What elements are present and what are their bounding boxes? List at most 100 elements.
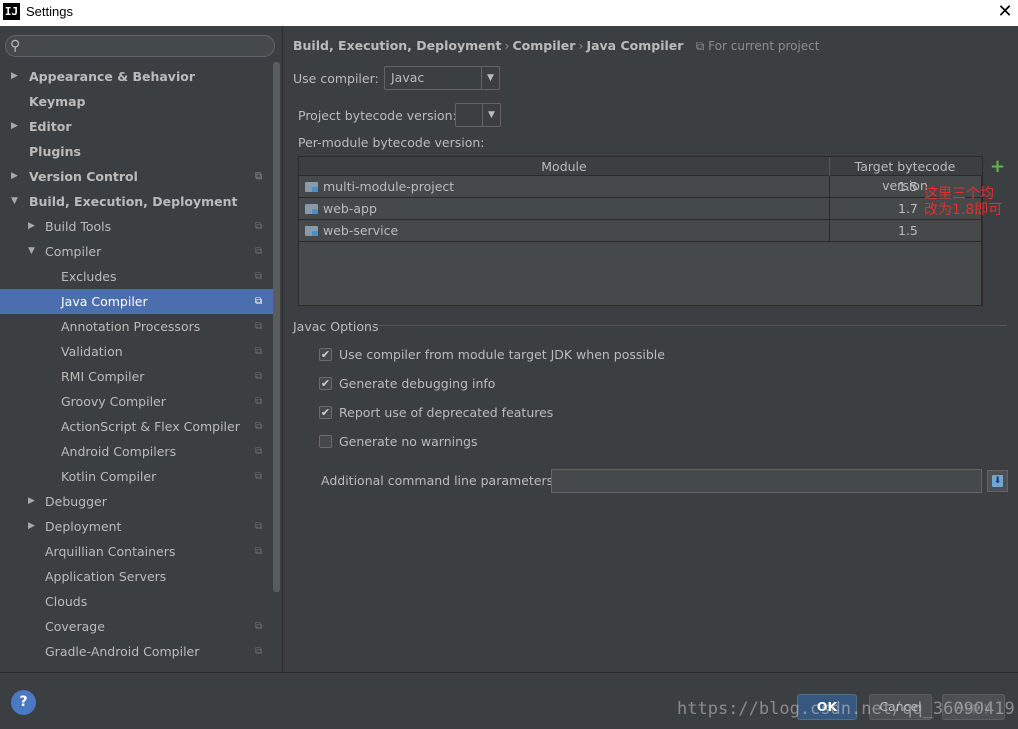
intellij-app-icon: IJ bbox=[3, 3, 20, 20]
chevron-right-icon[interactable]: ▶ bbox=[11, 64, 18, 89]
project-level-icon: ⧉ bbox=[255, 271, 263, 282]
option-label: Use compiler from module target JDK when… bbox=[339, 347, 665, 362]
help-button[interactable]: ? bbox=[11, 690, 36, 715]
target-version-cell[interactable]: 1.5 bbox=[830, 220, 980, 242]
project-level-icon: ⧉ bbox=[255, 221, 263, 232]
search-input[interactable]: ⚲ bbox=[5, 35, 275, 57]
table-row[interactable]: web-app 1.7 bbox=[299, 198, 983, 220]
sidebar-item-label: RMI Compiler bbox=[61, 369, 145, 384]
project-level-icon: ⧉ bbox=[255, 521, 263, 532]
sidebar-item-validation[interactable]: Validation ⧉ bbox=[0, 339, 280, 364]
close-icon[interactable]: ✕ bbox=[994, 0, 1016, 24]
project-scope-icon: ⧉ bbox=[695, 39, 705, 53]
sidebar-item-editor[interactable]: ▶ Editor bbox=[0, 114, 280, 139]
sidebar-item-build-execution-deployment[interactable]: ▼ Build, Execution, Deployment bbox=[0, 189, 280, 214]
sidebar-item-label: Build, Execution, Deployment bbox=[29, 194, 238, 209]
watermark: https://blog.csdn.net/qq_36090419 bbox=[677, 699, 1015, 719]
sidebar-item-clouds[interactable]: Clouds bbox=[0, 589, 280, 614]
sidebar-item-label: ActionScript & Flex Compiler bbox=[61, 419, 240, 434]
chevron-down-icon: ▼ bbox=[482, 104, 500, 126]
chevron-right-icon[interactable]: ▶ bbox=[11, 164, 18, 189]
sidebar-item-debugger[interactable]: ▶ Debugger bbox=[0, 489, 280, 514]
project-level-icon: ⧉ bbox=[255, 246, 263, 257]
checkmark-icon[interactable]: ✔ bbox=[319, 348, 332, 361]
project-bytecode-label: Project bytecode version: bbox=[298, 108, 457, 123]
module-name: web-app bbox=[323, 201, 377, 216]
sidebar-item-label: Kotlin Compiler bbox=[61, 469, 157, 484]
red-annotation: 这里三个均 改为1.8即可 bbox=[924, 186, 1002, 218]
additional-params-label: Additional command line parameters: bbox=[321, 473, 558, 488]
sidebar-item-coverage[interactable]: Coverage ⧉ bbox=[0, 614, 280, 639]
chevron-right-icon[interactable]: ▶ bbox=[11, 114, 18, 139]
per-module-label: Per-module bytecode version: bbox=[298, 135, 485, 150]
sidebar-item-keymap[interactable]: Keymap bbox=[0, 89, 280, 114]
breadcrumb-part: Build, Execution, Deployment bbox=[293, 38, 502, 53]
chevron-right-icon[interactable]: ▶ bbox=[28, 214, 35, 239]
sidebar-item-kotlin-compiler[interactable]: Kotlin Compiler ⧉ bbox=[0, 464, 280, 489]
column-header-module[interactable]: Module bbox=[299, 157, 830, 176]
sidebar-item-application-servers[interactable]: Application Servers bbox=[0, 564, 280, 589]
chevron-down-icon[interactable]: ▼ bbox=[11, 189, 18, 214]
sidebar-item-label: Application Servers bbox=[45, 569, 167, 584]
chevron-right-icon[interactable]: ▶ bbox=[28, 489, 35, 514]
module-folder-icon bbox=[305, 204, 318, 214]
javac-options-title: Javac Options bbox=[293, 319, 379, 334]
module-cell[interactable]: web-service bbox=[299, 220, 830, 242]
chevron-down-icon[interactable]: ▼ bbox=[28, 239, 35, 264]
sidebar-item-groovy-compiler[interactable]: Groovy Compiler ⧉ bbox=[0, 389, 280, 414]
option-label: Report use of deprecated features bbox=[339, 405, 554, 420]
module-cell[interactable]: web-app bbox=[299, 198, 830, 220]
breadcrumb-separator: › bbox=[504, 38, 510, 53]
option-label: Generate no warnings bbox=[339, 434, 478, 449]
project-bytecode-select[interactable]: ▼ bbox=[455, 103, 501, 127]
sidebar-item-label: Clouds bbox=[45, 594, 88, 609]
sidebar-item-label: Deployment bbox=[45, 519, 122, 534]
sidebar-item-arquillian-containers[interactable]: Arquillian Containers ⧉ bbox=[0, 539, 280, 564]
sidebar-item-label: Excludes bbox=[61, 269, 117, 284]
use-compiler-select[interactable]: Javac ▼ bbox=[384, 66, 500, 90]
sidebar-item-android-compilers[interactable]: Android Compilers ⧉ bbox=[0, 439, 280, 464]
project-level-icon: ⧉ bbox=[255, 646, 263, 657]
sidebar-item-version-control[interactable]: ▶ Version Control ⧉ bbox=[0, 164, 280, 189]
checkbox-empty-icon[interactable] bbox=[319, 435, 332, 448]
sidebar-item-label: Version Control bbox=[29, 169, 138, 184]
sidebar-item-label: Groovy Compiler bbox=[61, 394, 166, 409]
table-row[interactable]: multi-module-project 1.5 bbox=[299, 176, 983, 198]
sidebar-item-java-compiler[interactable]: Java Compiler ⧉ bbox=[0, 289, 280, 314]
sidebar-item-label: Validation bbox=[61, 344, 123, 359]
sidebar-item-excludes[interactable]: Excludes ⧉ bbox=[0, 264, 280, 289]
module-folder-icon bbox=[305, 226, 318, 236]
sidebar-item-label: Android Compilers bbox=[61, 444, 177, 459]
sidebar-item-compiler[interactable]: ▼ Compiler ⧉ bbox=[0, 239, 280, 264]
chevron-right-icon[interactable]: ▶ bbox=[28, 514, 35, 539]
checkmark-icon[interactable]: ✔ bbox=[319, 377, 332, 390]
sidebar-item-appearance-behavior[interactable]: ▶ Appearance & Behavior bbox=[0, 64, 280, 89]
annotation-line-2: 改为1.8即可 bbox=[924, 202, 1003, 218]
sidebar-item-build-tools[interactable]: ▶ Build Tools ⧉ bbox=[0, 214, 280, 239]
expand-params-button[interactable]: ⬇ bbox=[987, 470, 1008, 492]
module-name: web-service bbox=[323, 223, 399, 238]
use-compiler-label: Use compiler: bbox=[293, 71, 379, 86]
sidebar-item-label: Arquillian Containers bbox=[45, 544, 176, 559]
sidebar-item-actionscript-flex-compiler[interactable]: ActionScript & Flex Compiler ⧉ bbox=[0, 414, 280, 439]
sidebar-item-plugins[interactable]: Plugins bbox=[0, 139, 280, 164]
column-header-target-version[interactable]: Target bytecode version bbox=[830, 157, 980, 193]
sidebar-item-label: Annotation Processors bbox=[61, 319, 201, 334]
sidebar-item-annotation-processors[interactable]: Annotation Processors ⧉ bbox=[0, 314, 280, 339]
sidebar-item-label: Keymap bbox=[29, 94, 86, 109]
breadcrumb-separator: › bbox=[578, 38, 584, 53]
sidebar-item-gradle-android-compiler[interactable]: Gradle-Android Compiler ⧉ bbox=[0, 639, 280, 664]
chevron-down-icon: ▼ bbox=[481, 67, 499, 89]
project-level-icon: ⧉ bbox=[255, 371, 263, 382]
checkmark-icon[interactable]: ✔ bbox=[319, 406, 332, 419]
module-cell[interactable]: multi-module-project bbox=[299, 176, 830, 198]
sidebar-scrollbar[interactable] bbox=[273, 62, 280, 592]
sidebar-item-deployment[interactable]: ▶ Deployment ⧉ bbox=[0, 514, 280, 539]
project-level-icon: ⧉ bbox=[255, 621, 263, 632]
add-module-icon[interactable]: + bbox=[990, 158, 1005, 176]
table-row[interactable]: web-service 1.5 bbox=[299, 220, 983, 242]
module-name: multi-module-project bbox=[323, 179, 455, 194]
sidebar-item-rmi-compiler[interactable]: RMI Compiler ⧉ bbox=[0, 364, 280, 389]
additional-params-input[interactable] bbox=[551, 469, 982, 493]
breadcrumb-part: Java Compiler bbox=[586, 38, 684, 53]
